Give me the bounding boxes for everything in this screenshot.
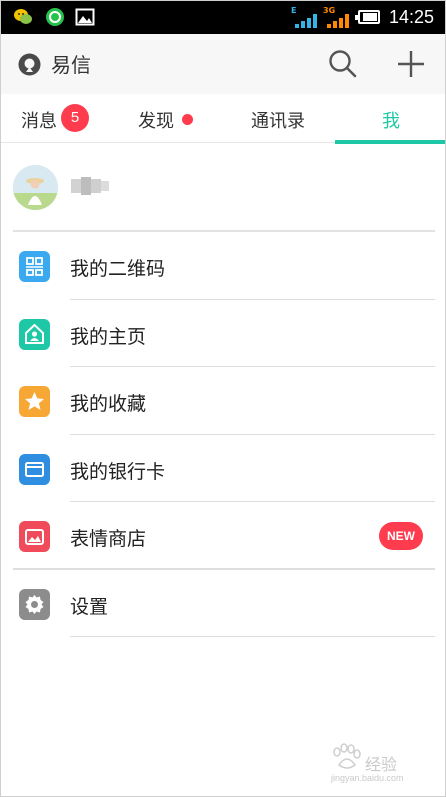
menu-item-label: 设置	[70, 595, 109, 618]
menu-item-settings[interactable]: 设置	[1, 570, 445, 637]
paw-icon	[333, 743, 361, 769]
menu-item-bank-card[interactable]: 我的银行卡	[1, 435, 445, 502]
plus-icon	[398, 51, 424, 77]
tab-label: 消息	[21, 111, 57, 132]
wechat-icon	[14, 9, 32, 24]
tab-label: 我	[382, 111, 400, 132]
new-badge: NEW	[379, 522, 423, 550]
tab-discover[interactable]: 发现	[112, 94, 223, 143]
baidu-jingyan-watermark: 经验 jingyan.baidu.com	[329, 743, 429, 789]
watermark-text: 经验	[365, 755, 398, 774]
watermark-url: jingyan.baidu.com	[331, 773, 404, 783]
tab-contacts[interactable]: 通讯录	[223, 94, 334, 143]
tab-me[interactable]: 我	[335, 94, 445, 144]
menu-item-sticker-store[interactable]: 表情商店 NEW	[1, 502, 445, 570]
tab-label: 通讯录	[251, 111, 305, 132]
unread-badge: 5	[61, 104, 89, 132]
add-button[interactable]	[395, 48, 427, 80]
card-icon	[19, 453, 50, 485]
yixin-logo-icon	[18, 53, 41, 76]
menu-item-label: 我的二维码	[70, 258, 166, 280]
menu-item-label: 我的收藏	[70, 393, 147, 415]
search-button[interactable]	[327, 48, 359, 80]
sticker-icon	[19, 521, 50, 552]
battery-level	[363, 13, 377, 21]
gallery-icon	[75, 8, 95, 26]
app-screen: E 3G 14:25 易信 消息 5 发现 通讯录 我 我的二维码 我的主页 我…	[0, 0, 446, 797]
profile-row[interactable]	[1, 144, 445, 230]
clock: 14:25	[389, 7, 435, 27]
star-icon	[19, 386, 50, 417]
tab-label: 发现	[138, 111, 174, 132]
tab-bar: 消息 5 发现 通讯录 我	[1, 94, 445, 144]
menu-item-qrcode[interactable]: 我的二维码	[1, 232, 445, 300]
menu-item-label: 表情商店	[70, 528, 147, 550]
menu-item-homepage[interactable]: 我的主页	[1, 300, 445, 367]
qrcode-icon	[19, 251, 50, 282]
menu-item-label: 我的银行卡	[70, 460, 166, 483]
menu-item-favorites[interactable]: 我的收藏	[1, 367, 445, 435]
app-title: 易信	[51, 53, 91, 77]
home-icon	[19, 318, 50, 350]
avatar[interactable]	[13, 165, 58, 210]
divider	[70, 636, 435, 637]
menu-list: 我的二维码 我的主页 我的收藏 我的银行卡 表情商店 NEW 设置	[1, 232, 445, 637]
battery-icon	[355, 10, 380, 24]
app-header: 易信	[1, 34, 445, 94]
new-dot-badge	[182, 114, 193, 125]
user-name-blurred	[71, 175, 111, 197]
message-icon	[46, 8, 64, 26]
avatar-photo	[13, 165, 58, 210]
status-bar: E 3G 14:25	[1, 1, 445, 34]
search-icon	[329, 50, 357, 78]
menu-item-label: 我的主页	[70, 325, 147, 348]
gear-icon	[19, 588, 50, 620]
tab-messages[interactable]: 消息 5	[1, 94, 112, 143]
